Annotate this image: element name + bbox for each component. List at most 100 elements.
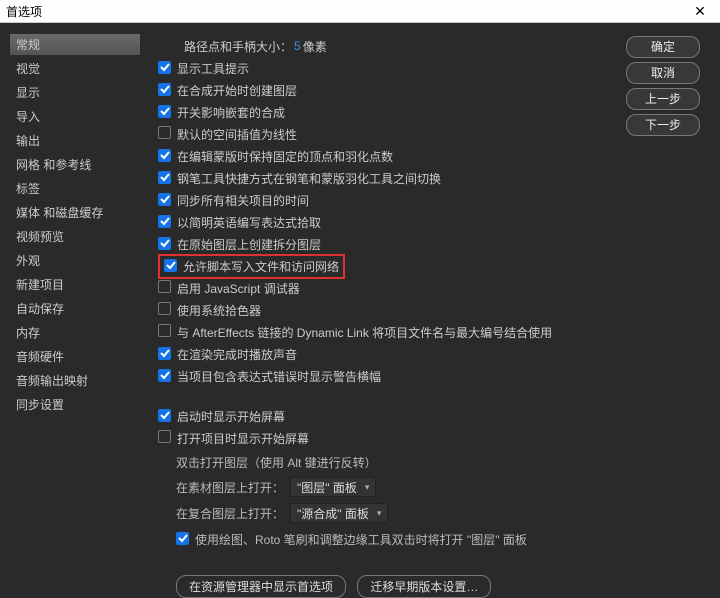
option-row: 在合成开始时创建图层: [158, 80, 598, 100]
option-label: 在编辑蒙版时保持固定的顶点和羽化点数: [177, 148, 393, 165]
dbl-open-row1-dropdown[interactable]: "图层" 面板 ▾: [290, 477, 376, 497]
dbl-open-row1-label: 在素材图层上打开：: [176, 479, 284, 496]
migrate-settings-button[interactable]: 迁移早期版本设置…: [357, 575, 491, 598]
checkbox[interactable]: [158, 324, 171, 340]
checkbox[interactable]: [176, 532, 189, 547]
prev-button[interactable]: 上一步: [626, 88, 700, 110]
checkbox[interactable]: [158, 237, 171, 252]
ruler-value[interactable]: 5: [294, 39, 301, 53]
dbl-open-row2-label: 在复合图层上打开：: [176, 505, 284, 522]
option-row: 打开项目时显示开始屏幕: [158, 428, 598, 448]
checkbox[interactable]: [158, 171, 171, 186]
option-label: 钢笔工具快捷方式在钢笔和蒙版羽化工具之间切换: [177, 170, 441, 187]
checkbox[interactable]: [158, 280, 171, 296]
option-label: 同步所有相关项目的时间: [177, 192, 309, 209]
window-title: 首选项: [6, 3, 42, 20]
chevron-down-icon: ▾: [365, 482, 370, 493]
sidebar-item[interactable]: 内存: [10, 322, 140, 343]
option-label: 在原始图层上创建拆分图层: [177, 236, 321, 253]
checkbox[interactable]: [158, 302, 171, 318]
option-label: 在合成开始时创建图层: [177, 82, 297, 99]
sidebar-item[interactable]: 显示: [10, 82, 140, 103]
option-row: 在原始图层上创建拆分图层: [158, 234, 598, 254]
dbl-open-row1: 在素材图层上打开： "图层" 面板 ▾: [176, 477, 598, 497]
option-row: 同步所有相关项目的时间: [158, 190, 598, 210]
option-label: 在渲染完成时播放声音: [177, 346, 297, 363]
option-row: 显示工具提示: [158, 58, 598, 78]
option-row: 使用系统拾色器: [158, 300, 598, 320]
cancel-button[interactable]: 取消: [626, 62, 700, 84]
option-row: 当项目包含表达式错误时显示警告横幅: [158, 366, 598, 386]
option-row: 钢笔工具快捷方式在钢笔和蒙版羽化工具之间切换: [158, 168, 598, 188]
sidebar-item[interactable]: 自动保存: [10, 298, 140, 319]
options-group-1: 显示工具提示在合成开始时创建图层开关影响嵌套的合成默认的空间插值为线性在编辑蒙版…: [158, 58, 598, 386]
sidebar-item[interactable]: 常规: [10, 34, 140, 55]
chevron-down-icon: ▾: [377, 508, 382, 519]
option-row: 启动时显示开始屏幕: [158, 406, 598, 426]
sidebar-item[interactable]: 视觉: [10, 58, 140, 79]
checkbox[interactable]: [158, 126, 171, 142]
option-label: 打开项目时显示开始屏幕: [177, 430, 309, 447]
sidebar-item[interactable]: 音频硬件: [10, 346, 140, 367]
sidebar-item[interactable]: 媒体 和磁盘缓存: [10, 202, 140, 223]
option-label: 允许脚本写入文件和访问网络: [183, 258, 339, 275]
sidebar-item[interactable]: 视频预览: [10, 226, 140, 247]
option-label: 使用系统拾色器: [177, 302, 261, 319]
option-row: 开关影响嵌套的合成: [158, 102, 598, 122]
sidebar-item[interactable]: 新建项目: [10, 274, 140, 295]
checkbox[interactable]: [158, 409, 171, 424]
checkbox[interactable]: [158, 83, 171, 98]
content-panel: 路径点和手柄大小： 5 像素 显示工具提示在合成开始时创建图层开关影响嵌套的合成…: [158, 34, 598, 598]
sidebar-item[interactable]: 导入: [10, 106, 140, 127]
next-button[interactable]: 下一步: [626, 114, 700, 136]
checkbox[interactable]: [158, 430, 171, 446]
option-label: 开关影响嵌套的合成: [177, 104, 285, 121]
highlighted-option: 允许脚本写入文件和访问网络: [158, 254, 345, 279]
sidebar-item[interactable]: 标签: [10, 178, 140, 199]
dbl-open-row2-dropdown[interactable]: "源合成" 面板 ▾: [290, 503, 388, 523]
dbl-open-row1-value: "图层" 面板: [297, 479, 357, 496]
option-label: 与 AfterEffects 链接的 Dynamic Link 将项目文件名与最…: [177, 324, 552, 341]
option-row: 默认的空间插值为线性: [158, 124, 598, 144]
option-label: 显示工具提示: [177, 60, 249, 77]
option-label: 当项目包含表达式错误时显示警告横幅: [177, 368, 381, 385]
dbl-open-row3: 使用绘图、Roto 笔刷和调整边缘工具双击时将打开 "图层" 面板: [176, 529, 598, 549]
option-label: 启用 JavaScript 调试器: [177, 280, 300, 297]
ruler-row: 路径点和手柄大小： 5 像素: [184, 36, 598, 56]
ruler-label: 路径点和手柄大小：: [184, 38, 292, 55]
checkbox[interactable]: [158, 149, 171, 164]
ruler-unit: 像素: [303, 38, 327, 55]
option-row: 在渲染完成时播放声音: [158, 344, 598, 364]
ok-button[interactable]: 确定: [626, 36, 700, 58]
dbl-open-hint: 双击打开图层（使用 Alt 键进行反转）: [176, 454, 598, 471]
option-label: 默认的空间插值为线性: [177, 126, 297, 143]
checkbox[interactable]: [158, 347, 171, 362]
checkbox[interactable]: [158, 61, 171, 76]
option-label: 以简明英语编写表达式拾取: [177, 214, 321, 231]
option-row: 允许脚本写入文件和访问网络: [158, 256, 598, 276]
checkbox[interactable]: [158, 215, 171, 230]
dbl-open-row2-value: "源合成" 面板: [297, 505, 369, 522]
footer-buttons: 在资源管理器中显示首选项 迁移早期版本设置…: [176, 575, 598, 598]
option-label: 启动时显示开始屏幕: [177, 408, 285, 425]
sidebar: 常规视觉显示导入输出网格 和参考线标签媒体 和磁盘缓存视频预览外观新建项目自动保…: [10, 34, 140, 418]
checkbox[interactable]: [158, 105, 171, 120]
show-in-explorer-button[interactable]: 在资源管理器中显示首选项: [176, 575, 346, 598]
checkbox[interactable]: [164, 259, 177, 274]
sidebar-item[interactable]: 同步设置: [10, 394, 140, 415]
option-row: 在编辑蒙版时保持固定的顶点和羽化点数: [158, 146, 598, 166]
sidebar-item[interactable]: 外观: [10, 250, 140, 271]
option-row: 与 AfterEffects 链接的 Dynamic Link 将项目文件名与最…: [158, 322, 598, 342]
close-icon[interactable]: ✕: [680, 0, 720, 22]
sidebar-item[interactable]: 音频输出映射: [10, 370, 140, 391]
checkbox[interactable]: [158, 193, 171, 208]
option-row: 启用 JavaScript 调试器: [158, 278, 598, 298]
options-group-2: 启动时显示开始屏幕打开项目时显示开始屏幕: [158, 406, 598, 448]
dbl-open-row2: 在复合图层上打开： "源合成" 面板 ▾: [176, 503, 598, 523]
checkbox[interactable]: [158, 369, 171, 384]
sidebar-item[interactable]: 输出: [10, 130, 140, 151]
title-bar: 首选项 ✕: [0, 0, 720, 23]
sidebar-item[interactable]: 网格 和参考线: [10, 154, 140, 175]
dbl-open-row3-label: 使用绘图、Roto 笔刷和调整边缘工具双击时将打开 "图层" 面板: [195, 531, 527, 548]
option-row: 以简明英语编写表达式拾取: [158, 212, 598, 232]
